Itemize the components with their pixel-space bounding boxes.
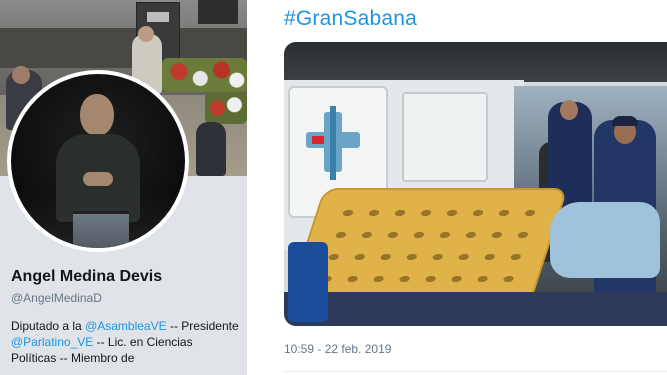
tweet-photo[interactable]: [284, 42, 667, 326]
photo-stretcher-holes: [309, 202, 539, 292]
logo-rod: [330, 106, 336, 180]
avatar-head: [80, 94, 114, 136]
photo-floor-mat: [284, 292, 667, 326]
profile-bio: Diputado a la @AsambleaVE -- Presidente …: [11, 318, 239, 366]
banner-podium-logo: [147, 12, 169, 22]
profile-card: Angel Medina Devis @AngelMedinaD Diputad…: [0, 0, 247, 375]
banner-frame: [198, 0, 238, 24]
logo-red-mark: [312, 136, 324, 144]
banner-flowers: [162, 58, 247, 92]
profile-name[interactable]: Angel Medina Devis: [11, 268, 162, 286]
photo-blue-container: [288, 242, 328, 322]
hashtag-link[interactable]: #GranSabana: [284, 7, 417, 31]
bio-text-1: Diputado a la: [11, 319, 86, 333]
tweet-timestamp[interactable]: 10:59 - 22 feb. 2019: [284, 342, 391, 356]
avatar-floor-shadow: [11, 194, 185, 248]
mention-parlatino-link[interactable]: @Parlatino_VE: [11, 335, 93, 349]
banner-audience-head: [12, 66, 30, 84]
profile-handle[interactable]: @AngelMedinaD: [11, 291, 102, 305]
avatar-hands: [83, 172, 113, 186]
mention-asamblea-link[interactable]: @AsambleaVE: [85, 319, 167, 333]
banner-flowers-2: [205, 92, 247, 124]
bio-text-2: -- Presidente: [166, 319, 239, 333]
photo-person-head-1: [560, 100, 578, 120]
banner-person-head: [138, 26, 154, 42]
photo-star-of-life-logo: [300, 102, 366, 188]
photo-window-middle: [402, 92, 488, 182]
banner-audience-member-2: [196, 122, 226, 176]
avatar[interactable]: [11, 74, 185, 248]
photo-ambulance-roof: [284, 42, 667, 82]
photo-person-cap: [612, 116, 638, 126]
tweet-divider: [284, 371, 667, 372]
photo-blue-blanket: [550, 202, 660, 278]
